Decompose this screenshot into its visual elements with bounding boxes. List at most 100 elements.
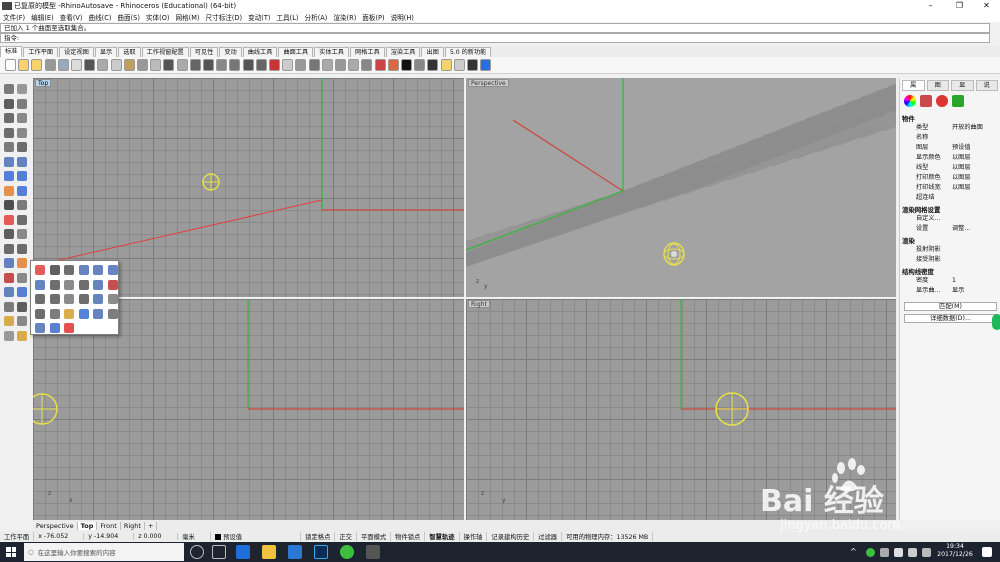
flyout-tool-icon[interactable] — [64, 308, 74, 319]
flyout-tool-icon[interactable] — [49, 308, 60, 319]
property-row[interactable]: 显示颜色 以图层 — [902, 153, 997, 163]
property-row[interactable]: 投射阴影 — [902, 245, 997, 255]
left-tool-icon[interactable] — [17, 113, 27, 123]
toolbar-tool-icon[interactable] — [295, 59, 307, 71]
toolbar-tab-1[interactable]: 工作平面 — [23, 47, 59, 57]
toolbar-tool-icon[interactable] — [5, 59, 16, 71]
network-icon[interactable] — [908, 548, 917, 557]
toolbar-tool-icon[interactable] — [57, 59, 69, 71]
menu-item-5[interactable]: 实体(O) — [143, 12, 173, 22]
menu-item-3[interactable]: 曲线(C) — [85, 12, 114, 22]
toolbar-tool-icon[interactable] — [453, 59, 465, 71]
property-value[interactable]: 以图层 — [952, 163, 971, 173]
status-toggle-2[interactable]: 平面模式 — [357, 532, 392, 541]
photoshop-icon[interactable] — [314, 545, 328, 559]
toolbar-tool-icon[interactable] — [321, 59, 333, 71]
property-row[interactable]: 显示曲... 显示 — [902, 286, 997, 296]
toolbar-tab-7[interactable]: 变动 — [219, 47, 242, 57]
flyout-tool-icon[interactable] — [107, 265, 118, 275]
left-tool-icon[interactable] — [17, 127, 27, 138]
left-tool-icon[interactable] — [17, 243, 27, 254]
notification-icon[interactable] — [982, 547, 992, 557]
flyout-tool-icon[interactable] — [49, 265, 60, 275]
flyout-tool-icon[interactable] — [64, 323, 74, 333]
flyout-tool-icon[interactable] — [107, 279, 118, 290]
toolbar-tab-0[interactable]: 标准 — [0, 46, 23, 57]
menu-item-7[interactable]: 尺寸标注(D) — [203, 12, 246, 22]
flyout-tool-icon[interactable] — [78, 308, 89, 319]
property-value[interactable]: 以图层 — [952, 173, 971, 183]
tray-app-icon[interactable] — [866, 548, 875, 557]
panel-tab-3[interactable]: 说 — [975, 80, 998, 91]
viewport-tab-2[interactable]: Front — [97, 521, 121, 530]
toolbar-tab-6[interactable]: 可见性 — [189, 47, 219, 57]
property-row[interactable]: 接受阴影 — [902, 255, 997, 265]
property-value[interactable]: 预设值 — [952, 143, 971, 153]
left-tool-icon[interactable] — [4, 316, 14, 326]
property-row[interactable]: 线型 以图层 — [902, 163, 997, 173]
texture-icon[interactable] — [936, 95, 948, 107]
flyout-tool-icon[interactable] — [35, 265, 45, 275]
flyout-tool-icon[interactable] — [35, 279, 45, 290]
left-tool-icon[interactable] — [17, 316, 27, 326]
menu-item-4[interactable]: 曲面(S) — [114, 12, 143, 22]
property-row[interactable]: 图层 预设值 — [902, 143, 997, 153]
menu-item-9[interactable]: 工具(L) — [274, 12, 302, 22]
property-row[interactable]: 类型 开放的曲面 — [902, 123, 997, 133]
layer-selector[interactable]: 预设值 — [211, 532, 302, 541]
toolbar-tab-13[interactable]: 出图 — [421, 47, 444, 57]
cortana-icon[interactable] — [190, 545, 204, 559]
toolbar-tool-icon[interactable] — [480, 59, 492, 71]
property-row[interactable]: 打印颜色 以图层 — [902, 173, 997, 183]
property-row[interactable]: 打印线宽 以图层 — [902, 183, 997, 193]
flyout-tool-icon[interactable] — [64, 279, 74, 290]
toolbar-tool-icon[interactable] — [150, 59, 162, 71]
search-box[interactable]: ○ 在这里输入你要搜索的内容 — [24, 543, 184, 561]
toolbar-tool-icon[interactable] — [84, 59, 96, 71]
panel-tab-2[interactable]: 显 — [951, 80, 974, 91]
flyout-tool-icon[interactable] — [93, 294, 103, 304]
color-wheel-icon[interactable] — [904, 95, 916, 107]
viewport-right[interactable]: z y Right — [466, 299, 896, 520]
left-tool-icon[interactable] — [17, 214, 27, 225]
toolbar-tab-9[interactable]: 曲面工具 — [278, 47, 314, 57]
tray-up-icon[interactable]: ^ — [850, 547, 860, 557]
rhino-taskbar-icon[interactable] — [366, 545, 380, 559]
toolbar-tool-icon[interactable] — [308, 59, 320, 71]
flyout-tool-icon[interactable] — [35, 294, 45, 304]
toolbar-tool-icon[interactable] — [242, 59, 254, 71]
toolbar-tool-icon[interactable] — [401, 59, 412, 71]
panel-tab-0[interactable]: 属 — [902, 80, 925, 91]
left-tool-icon[interactable] — [17, 330, 27, 341]
flyout-tool-icon[interactable] — [78, 294, 89, 304]
left-tool-icon[interactable] — [17, 301, 27, 312]
left-tool-icon[interactable] — [17, 142, 27, 152]
toolbar-tool-icon[interactable] — [97, 59, 109, 71]
flyout-tool-icon[interactable] — [35, 308, 45, 319]
toolbar-tool-icon[interactable] — [348, 59, 360, 71]
surface-object[interactable] — [663, 242, 685, 266]
left-tool-icon[interactable] — [4, 127, 14, 138]
toolbar-tool-icon[interactable] — [269, 59, 280, 71]
windows-start-icon[interactable] — [6, 547, 16, 557]
toolbar-tool-icon[interactable] — [374, 59, 386, 71]
left-tool-icon[interactable] — [17, 200, 27, 210]
toolbar-tab-10[interactable]: 实体工具 — [314, 47, 349, 57]
command-input[interactable]: 指令: — [0, 33, 990, 43]
toolbar-tool-icon[interactable] — [31, 59, 43, 71]
toolbar-tool-icon[interactable] — [189, 59, 201, 71]
tray-app2-icon[interactable] — [880, 548, 889, 557]
maximize-button[interactable]: ❐ — [946, 0, 973, 11]
toolbar-tab-11[interactable]: 网格工具 — [349, 47, 385, 57]
flyout-tool-icon[interactable] — [107, 294, 118, 304]
left-tool-icon[interactable] — [4, 229, 14, 239]
viewport-tab-4[interactable]: + — [145, 521, 158, 530]
panel-tab-1[interactable]: 图 — [926, 80, 949, 91]
flyout-tool-icon[interactable] — [93, 279, 103, 290]
flyout-tool-icon[interactable] — [78, 265, 89, 275]
toolbar-tool-icon[interactable] — [229, 59, 241, 71]
property-row[interactable]: 名称 — [902, 133, 997, 143]
left-tool-icon[interactable] — [4, 171, 14, 181]
viewport-perspective[interactable]: z y Perspective — [466, 78, 896, 297]
property-row[interactable]: 密度 1 — [902, 276, 997, 286]
